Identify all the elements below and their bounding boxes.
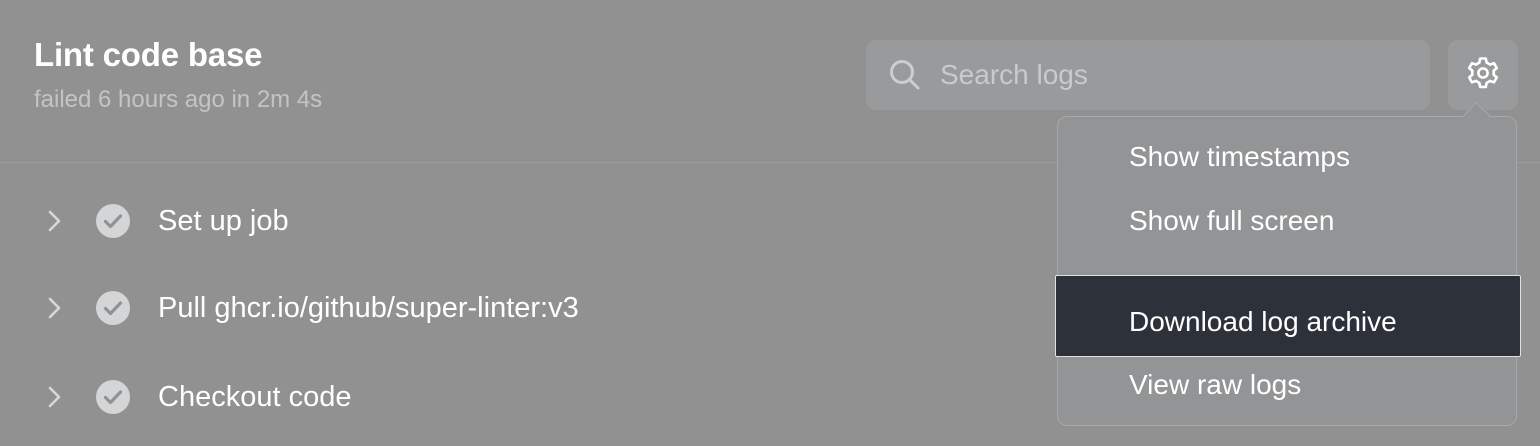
search-icon [886, 56, 924, 94]
menu-item-show-full-screen[interactable]: Show full screen [1057, 190, 1517, 252]
search-logs-input[interactable] [938, 58, 1412, 92]
check-circle-icon [95, 203, 131, 239]
check-circle-icon [95, 379, 131, 415]
step-label: Checkout code [158, 380, 352, 413]
job-title: Lint code base [34, 36, 263, 73]
chevron-right-icon[interactable] [40, 383, 68, 411]
search-logs-field[interactable] [866, 40, 1430, 110]
step-label: Pull ghcr.io/github/super-linter:v3 [158, 291, 579, 324]
menu-item-label: View raw logs [1129, 369, 1302, 400]
step-label: Set up job [158, 204, 289, 237]
menu-item-download-log-archive[interactable]: Download log archive [1055, 275, 1521, 357]
workflow-job-log-page: Lint code base failed 6 hours ago in 2m … [0, 0, 1540, 446]
chevron-right-icon[interactable] [40, 207, 68, 235]
step-row-set-up-job[interactable]: Set up job [0, 191, 1060, 251]
log-settings-button[interactable] [1448, 40, 1518, 110]
gear-icon [1465, 55, 1501, 96]
menu-item-label: Show timestamps [1129, 141, 1350, 172]
job-status-text: failed 6 hours ago in 2m 4s [34, 86, 323, 113]
menu-item-label: Show full screen [1129, 205, 1335, 236]
step-row-pull-image[interactable]: Pull ghcr.io/github/super-linter:v3 [0, 278, 1060, 338]
menu-item-label: Download log archive [1129, 306, 1397, 337]
menu-item-view-raw-logs[interactable]: View raw logs [1057, 354, 1517, 416]
check-circle-icon [95, 290, 131, 326]
menu-item-show-timestamps[interactable]: Show timestamps [1057, 126, 1517, 188]
chevron-right-icon[interactable] [40, 294, 68, 322]
step-row-checkout-code[interactable]: Checkout code [0, 367, 1060, 427]
